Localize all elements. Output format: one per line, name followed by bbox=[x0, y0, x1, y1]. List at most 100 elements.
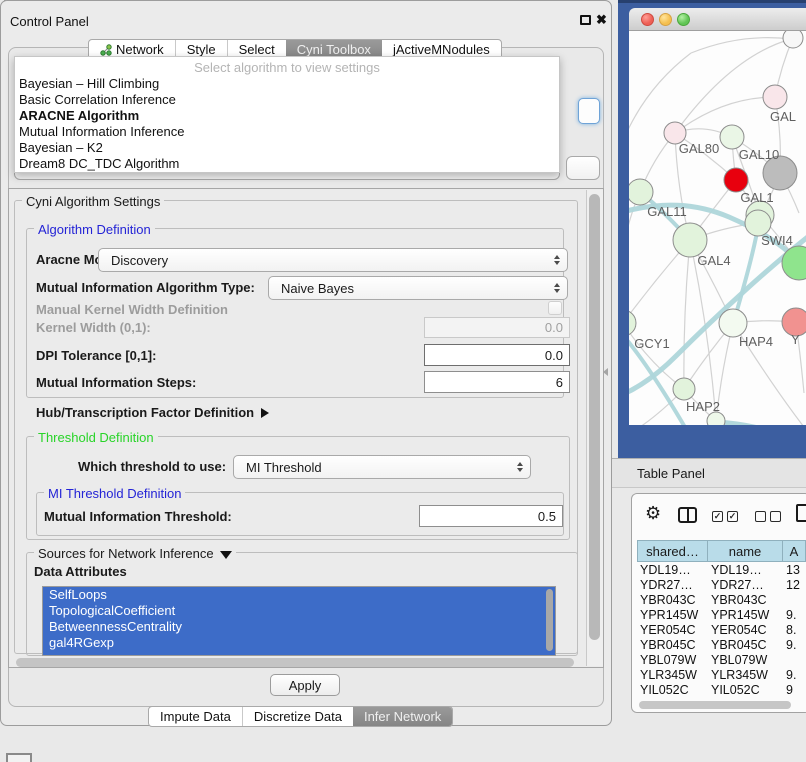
attribute-item[interactable]: gal4RGexp bbox=[43, 635, 555, 651]
tab-discretize-data[interactable]: Discretize Data bbox=[242, 707, 353, 726]
table-cell: YIL052C bbox=[637, 683, 708, 697]
network-node-label: GAL10 bbox=[739, 147, 779, 162]
vertical-scrollbar-thumb[interactable] bbox=[589, 194, 600, 640]
network-node-label: GAL80 bbox=[679, 141, 719, 156]
mi-threshold-label: Mutual Information Threshold: bbox=[44, 509, 232, 524]
checked-checkbox-icon[interactable]: ✓ bbox=[712, 511, 723, 522]
column-header[interactable]: name bbox=[708, 540, 783, 562]
data-attributes-list[interactable]: SelfLoopsTopologicalCoefficientBetweenne… bbox=[42, 586, 556, 656]
table-row[interactable]: YBR045CYBR045C9. bbox=[637, 637, 806, 652]
column-header[interactable]: A bbox=[783, 540, 806, 562]
attribute-item[interactable]: SelfLoops bbox=[43, 587, 555, 603]
float-window-icon[interactable] bbox=[580, 15, 591, 25]
table-header: shared…nameA bbox=[637, 540, 806, 562]
kernel-width-field[interactable]: 0.0 bbox=[424, 317, 570, 338]
partial-toolbar-icon[interactable] bbox=[796, 504, 806, 522]
table-row[interactable]: YBL079WYBL079W bbox=[637, 653, 806, 668]
cyni-bottom-tabs: Impute DataDiscretize DataInfer Network bbox=[148, 706, 453, 727]
table-panel-title: Table Panel bbox=[637, 466, 705, 481]
table-cell: YBR045C bbox=[637, 638, 708, 652]
columns-icon[interactable] bbox=[678, 507, 697, 523]
network-node-label: GAL11 bbox=[647, 204, 687, 219]
network-icon bbox=[100, 44, 112, 56]
network-node[interactable] bbox=[629, 179, 653, 205]
gear-icon[interactable]: ⚙ bbox=[645, 504, 661, 522]
mi-threshold-field[interactable]: 0.5 bbox=[419, 505, 563, 527]
table-cell: YDL19… bbox=[637, 563, 708, 577]
table-cell: YLR345W bbox=[708, 668, 783, 682]
network-node[interactable] bbox=[673, 223, 707, 257]
table-cell: YBR043C bbox=[637, 593, 708, 607]
attribute-item[interactable]: TopologicalCoefficient bbox=[43, 603, 555, 619]
network-node[interactable] bbox=[720, 125, 744, 149]
table-body: YDL19…YDL19…13YDR27…YDR27…12YBR043CYBR04… bbox=[637, 562, 806, 698]
table-cell: 13 bbox=[783, 563, 806, 577]
network-edge-thick[interactable] bbox=[717, 422, 806, 425]
tab-infer-network[interactable]: Infer Network bbox=[353, 707, 452, 726]
mi-steps-field[interactable]: 6 bbox=[424, 371, 570, 393]
stepper-arrows-icon bbox=[554, 255, 560, 265]
table-cell: YBR043C bbox=[708, 593, 783, 607]
network-node[interactable] bbox=[763, 85, 787, 109]
horizontal-scrollbar-thumb[interactable] bbox=[16, 658, 574, 667]
window-title: Control Panel bbox=[10, 14, 89, 29]
table-row[interactable]: YBR043CYBR043C bbox=[637, 592, 806, 607]
stepper-arrows-icon bbox=[517, 462, 523, 472]
dropdown-option[interactable]: Basic Correlation Inference bbox=[15, 92, 559, 108]
expand-down-icon bbox=[220, 551, 232, 559]
table-hscrollbar-thumb[interactable] bbox=[639, 701, 791, 709]
partial-bottom-icon[interactable] bbox=[6, 753, 32, 762]
zoom-traffic-light[interactable] bbox=[677, 13, 690, 26]
unchecked-checkbox-icon[interactable] bbox=[770, 511, 781, 522]
dropdown-option[interactable]: Bayesian – Hill Climbing bbox=[15, 76, 559, 92]
column-header[interactable]: shared… bbox=[637, 540, 708, 562]
aracne-mode-select[interactable]: Discovery bbox=[98, 248, 568, 272]
network-node[interactable] bbox=[629, 310, 636, 336]
table-row[interactable]: YDR27…YDR27…12 bbox=[637, 577, 806, 592]
table-row[interactable]: YIL052CYIL052C9 bbox=[637, 683, 806, 698]
sources-group-title[interactable]: Sources for Network Inference bbox=[34, 546, 236, 561]
table-row[interactable]: YDL19…YDL19…13 bbox=[637, 562, 806, 577]
dropdown-option[interactable]: Dream8 DC_TDC Algorithm bbox=[15, 156, 559, 172]
mi-steps-label: Mutual Information Steps: bbox=[36, 375, 196, 390]
network-node[interactable] bbox=[719, 309, 747, 337]
dpi-tolerance-field[interactable]: 0.0 bbox=[424, 344, 570, 366]
aracne-mode-value: Discovery bbox=[111, 253, 168, 268]
list-scrollbar-thumb[interactable] bbox=[546, 589, 553, 651]
table-row[interactable]: YLR345WYLR345W9. bbox=[637, 668, 806, 683]
table-cell: YDL19… bbox=[708, 563, 783, 577]
manual-kernel-label: Manual Kernel Width Definition bbox=[36, 302, 228, 317]
which-threshold-select[interactable]: MI Threshold bbox=[233, 455, 531, 479]
cyni-settings-group-title: Cyni Algorithm Settings bbox=[22, 194, 164, 209]
network-edge[interactable] bbox=[691, 38, 791, 53]
network-node-label: GAL bbox=[770, 109, 796, 124]
network-node[interactable] bbox=[783, 31, 803, 48]
tab-label: Cyni Toolbox bbox=[297, 42, 371, 57]
attribute-item[interactable] bbox=[43, 651, 555, 656]
table-cell: YBR045C bbox=[708, 638, 783, 652]
dropdown-option[interactable]: ARACNE Algorithm bbox=[15, 108, 559, 124]
network-node[interactable] bbox=[724, 168, 748, 192]
close-traffic-light[interactable] bbox=[641, 13, 654, 26]
dropdown-option[interactable]: Bayesian – K2 bbox=[15, 140, 559, 156]
network-node-label: Y bbox=[791, 332, 800, 347]
hub-definition-expander[interactable]: Hub/Transcription Factor Definition bbox=[36, 405, 269, 420]
algorithm-combo-focus[interactable] bbox=[578, 98, 600, 124]
network-node[interactable] bbox=[673, 378, 695, 400]
checked-checkbox-icon[interactable]: ✓ bbox=[727, 511, 738, 522]
network-window-titlebar[interactable] bbox=[629, 8, 806, 31]
minimize-traffic-light[interactable] bbox=[659, 13, 672, 26]
covered-combo-right[interactable] bbox=[566, 156, 600, 180]
apply-button[interactable]: Apply bbox=[270, 674, 340, 696]
tab-impute-data[interactable]: Impute Data bbox=[149, 707, 242, 726]
table-row[interactable]: YER054CYER054C8. bbox=[637, 622, 806, 637]
mi-type-select[interactable]: Naive Bayes bbox=[268, 276, 568, 300]
network-edge[interactable] bbox=[684, 240, 690, 389]
manual-kernel-checkbox[interactable] bbox=[548, 301, 562, 315]
table-row[interactable]: YPR145WYPR145W9. bbox=[637, 607, 806, 622]
dropdown-option[interactable]: Mutual Information Inference bbox=[15, 124, 559, 140]
close-icon[interactable]: ✖ bbox=[596, 12, 607, 28]
unchecked-checkbox-icon[interactable] bbox=[755, 511, 766, 522]
attribute-item[interactable]: BetweennessCentrality bbox=[43, 619, 555, 635]
network-view-canvas[interactable]: GALGAL80GAL10GAL1GAL11GAL4SWI4GCY1HAP4YH… bbox=[629, 31, 806, 425]
